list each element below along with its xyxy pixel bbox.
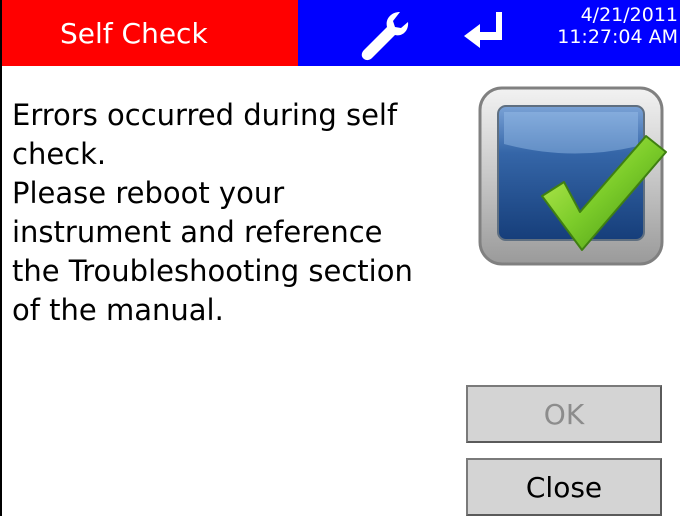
title-bar: Self Check 4/21/2011 11:27:04 AM xyxy=(2,0,680,66)
enter-return-icon[interactable] xyxy=(460,8,510,58)
message-line: instrument and reference xyxy=(12,215,383,249)
title-section: Self Check xyxy=(2,0,298,66)
date-time-display: 4/21/2011 11:27:04 AM xyxy=(557,4,678,48)
self-check-screen: Self Check 4/21/2011 11:27:04 AM Errors … xyxy=(0,0,680,516)
page-title: Self Check xyxy=(60,16,208,50)
time-text: 11:27:04 AM xyxy=(557,26,678,48)
message-line: of the manual. xyxy=(12,293,224,327)
message-line: the Troubleshooting section xyxy=(12,254,413,288)
ok-button[interactable]: OK xyxy=(466,385,662,443)
message-line: Please reboot your xyxy=(12,176,285,210)
close-button[interactable]: Close xyxy=(466,458,662,516)
monitor-checkmark-icon xyxy=(478,86,667,266)
wrench-icon[interactable] xyxy=(354,8,410,64)
message-line: Errors occurred during self xyxy=(12,98,398,132)
date-text: 4/21/2011 xyxy=(580,4,678,26)
message-line: check. xyxy=(12,137,107,171)
error-message: Errors occurred during self check. Pleas… xyxy=(12,96,472,330)
status-section: 4/21/2011 11:27:04 AM xyxy=(298,0,680,66)
